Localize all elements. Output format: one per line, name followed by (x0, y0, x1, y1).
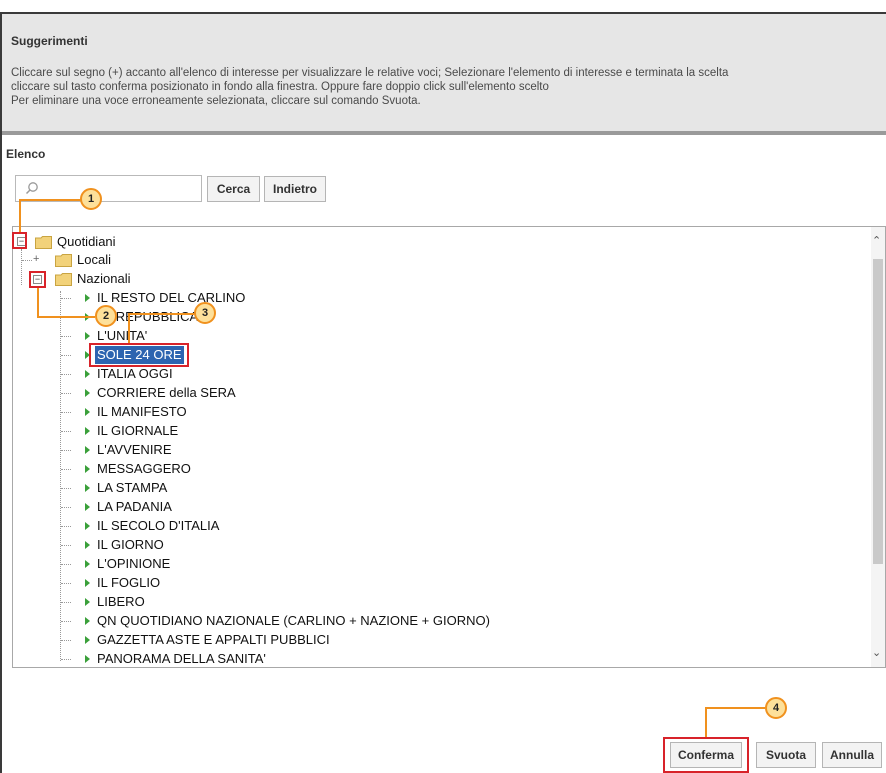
tree-item-label: L'AVVENIRE (97, 442, 172, 457)
tree-panel[interactable]: ⌃ ⌄ − Quotidiani + Locali − Nazionali IL… (12, 226, 886, 668)
highlight-box (89, 343, 189, 367)
leaf-arrow-icon (85, 465, 90, 473)
leaf-arrow-icon (85, 655, 90, 663)
tree-item[interactable]: LA PADANIA (13, 498, 713, 516)
tree-item[interactable]: IL MANIFESTO (13, 403, 713, 421)
leaf-arrow-icon (85, 484, 90, 492)
leaf-arrow-icon (85, 598, 90, 606)
suggestions-text: Cliccare sul segno (+) accanto all'elenc… (11, 66, 886, 108)
search-input[interactable] (15, 175, 202, 202)
tree-item-label: GAZZETTA ASTE E APPALTI PUBBLICI (97, 632, 330, 647)
expand-icon[interactable]: + (33, 254, 39, 265)
tree-item[interactable]: IL GIORNALE (13, 422, 713, 440)
tree-node-quotidiani[interactable]: − Quotidiani (13, 233, 313, 251)
scroll-up-icon[interactable]: ⌃ (872, 235, 881, 247)
highlight-box (29, 271, 46, 288)
tree-item-label: IL RESTO DEL CARLINO (97, 290, 246, 305)
callout-marker: 1 (80, 188, 102, 210)
tree-label: Nazionali (77, 271, 131, 286)
tree-item-label: IL GIORNALE (97, 423, 179, 438)
tree-item-label: PANORAMA DELLA SANITA' (97, 651, 266, 666)
leaf-arrow-icon (85, 427, 90, 435)
leaf-arrow-icon (85, 294, 90, 302)
tree-item-label: L'OPINIONE (97, 556, 171, 571)
folder-icon (55, 273, 72, 286)
tree-item-label: IL GIORNO (97, 537, 164, 552)
divider (2, 131, 886, 135)
tree-item-label: LA STAMPA (97, 480, 168, 495)
tree-label: Quotidiani (57, 234, 116, 249)
elenco-label: Elenco (6, 147, 46, 161)
leaf-arrow-icon (85, 617, 90, 625)
callout-marker: 2 (95, 305, 117, 327)
tree-item-label: CORRIERE della SERA (97, 385, 236, 400)
leaf-arrow-icon (85, 579, 90, 587)
search-button[interactable]: Cerca (207, 176, 260, 202)
tree-item[interactable]: LA REPUBBLICA (13, 308, 713, 326)
tree-item[interactable]: L'OPINIONE (13, 555, 713, 573)
tree-item[interactable]: LA STAMPA (13, 479, 713, 497)
tree-item-label: QN QUOTIDIANO NAZIONALE (CARLINO + NAZIO… (97, 613, 490, 628)
leaf-arrow-icon (85, 560, 90, 568)
tree-item[interactable]: IL RESTO DEL CARLINO (13, 289, 713, 307)
leaf-arrow-icon (85, 636, 90, 644)
tree-item[interactable]: IL FOGLIO (13, 574, 713, 592)
tree-item[interactable]: L'AVVENIRE (13, 441, 713, 459)
leaf-arrow-icon (85, 370, 90, 378)
tree-item[interactable]: LIBERO (13, 593, 713, 611)
leaf-arrow-icon (85, 541, 90, 549)
tree-item-label: IL MANIFESTO (97, 404, 187, 419)
tree-item[interactable]: CORRIERE della SERA (13, 384, 713, 402)
vertical-scrollbar[interactable]: ⌃ ⌄ (871, 227, 885, 667)
suggestions-line: Per eliminare una voce erroneamente sele… (11, 95, 421, 107)
scroll-down-icon[interactable]: ⌄ (872, 647, 881, 659)
tree-item[interactable]: IL SECOLO D'ITALIA (13, 517, 713, 535)
cancel-button[interactable]: Annulla (822, 742, 882, 768)
leaf-arrow-icon (85, 446, 90, 454)
tree-node-locali[interactable]: + Locali (13, 251, 313, 269)
tree-item-label: LIBERO (97, 594, 145, 609)
suggestions-line: cliccare sul tasto conferma posizionato … (11, 81, 549, 93)
tree-item-label: IL FOGLIO (97, 575, 161, 590)
tree-item-label: IL SECOLO D'ITALIA (97, 518, 220, 533)
tree-item[interactable]: IL GIORNO (13, 536, 713, 554)
highlight-box (12, 232, 27, 249)
tree-node-nazionali[interactable]: − Nazionali (13, 270, 313, 288)
tree-item[interactable]: MESSAGGERO (13, 460, 713, 478)
leaf-arrow-icon (85, 332, 90, 340)
clear-button[interactable]: Svuota (756, 742, 816, 768)
folder-icon (35, 236, 52, 249)
tree-item[interactable]: GAZZETTA ASTE E APPALTI PUBBLICI (13, 631, 713, 649)
tree-item-label: MESSAGGERO (97, 461, 191, 476)
callout-marker: 4 (765, 697, 787, 719)
leaf-arrow-icon (85, 389, 90, 397)
search-icon (25, 182, 38, 195)
leaf-arrow-icon (85, 408, 90, 416)
leaf-arrow-icon (85, 522, 90, 530)
suggestions-line: Cliccare sul segno (+) accanto all'elenc… (11, 67, 729, 79)
scroll-thumb[interactable] (873, 259, 883, 564)
tree-label: Locali (77, 252, 111, 267)
back-button[interactable]: Indietro (264, 176, 326, 202)
folder-icon (55, 254, 72, 267)
callout-marker: 3 (194, 302, 216, 324)
confirm-button[interactable]: Conferma (670, 742, 742, 768)
tree-item[interactable]: ITALIA OGGI (13, 365, 713, 383)
suggestions-panel: Suggerimenti Cliccare sul segno (+) acca… (2, 14, 886, 131)
suggestions-title: Suggerimenti (11, 34, 88, 48)
tree-item-label: ITALIA OGGI (97, 366, 173, 381)
tree-item-label: LA PADANIA (97, 499, 172, 514)
tree-item[interactable]: QN QUOTIDIANO NAZIONALE (CARLINO + NAZIO… (13, 612, 713, 630)
leaf-arrow-icon (85, 503, 90, 511)
tree-item[interactable]: PANORAMA DELLA SANITA' (13, 650, 713, 667)
